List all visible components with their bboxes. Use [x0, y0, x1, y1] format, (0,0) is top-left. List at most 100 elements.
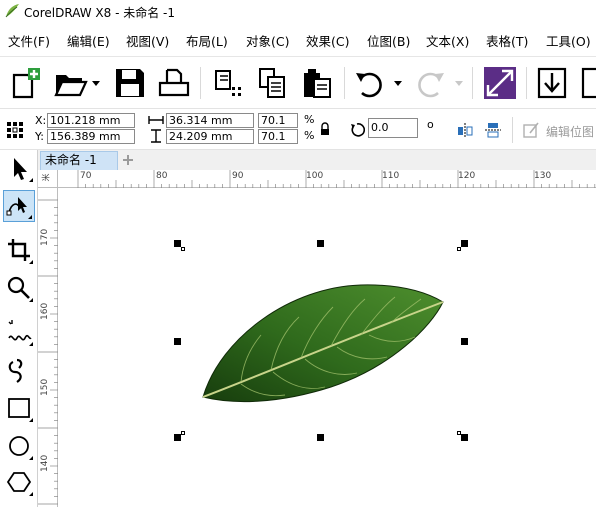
menu-layout[interactable]: 布局(L) — [186, 31, 228, 50]
save-icon[interactable] — [112, 65, 148, 101]
rotate-icon — [351, 123, 365, 137]
crop-node-bottom-right[interactable] — [457, 431, 461, 435]
cut-icon[interactable] — [210, 65, 246, 101]
scale-x-field[interactable]: 70.1 — [258, 113, 298, 128]
leaf-bitmap[interactable] — [181, 247, 463, 435]
polygon-tool[interactable] — [3, 466, 35, 498]
propbar-separator — [512, 117, 513, 143]
selection-handle-top-right[interactable] — [461, 240, 468, 247]
crop-node-bottom-left[interactable] — [181, 431, 185, 435]
add-tab-icon[interactable] — [121, 153, 135, 167]
toolbar-separator — [526, 67, 527, 99]
redo-dropdown-arrow-icon[interactable] — [455, 81, 463, 87]
vertical-ruler[interactable]: 170 160 150 140 — [38, 188, 58, 507]
document-tab-bar: 未命名 -1 — [38, 150, 596, 170]
artistic-media-icon — [8, 358, 23, 383]
undo-dropdown-arrow-icon[interactable] — [394, 81, 402, 87]
crop-node-top-right[interactable] — [457, 247, 461, 251]
flyout-indicator — [29, 456, 33, 460]
export-icon[interactable] — [578, 65, 596, 101]
open-dropdown-arrow-icon[interactable] — [92, 81, 100, 87]
flyout-indicator — [29, 298, 33, 302]
property-bar: X: 101.218 mm Y: 156.389 mm 36.314 mm 24… — [0, 108, 596, 150]
menu-text[interactable]: 文本(X) — [426, 31, 469, 50]
crop-node-top-left[interactable] — [181, 247, 185, 251]
ruler-label: 130 — [534, 171, 552, 181]
selection-handle-left[interactable] — [174, 338, 181, 345]
ruler-label: 80 — [156, 171, 168, 181]
ruler-label: 110 — [382, 171, 400, 181]
menu-view[interactable]: 视图(V) — [126, 31, 169, 50]
toolbar-separator — [200, 67, 201, 99]
import-icon[interactable] — [534, 65, 570, 101]
shape-tool[interactable] — [3, 190, 35, 222]
menu-bitmaps[interactable]: 位图(B) — [367, 31, 410, 50]
pick-tool[interactable] — [3, 152, 35, 184]
ruler-unit-label: 米 — [41, 173, 51, 182]
rectangle-tool[interactable] — [3, 392, 35, 424]
menu-object[interactable]: 对象(C) — [246, 31, 289, 50]
artistic-media-tool[interactable] — [3, 354, 35, 386]
ruler-label: 170 — [40, 228, 50, 246]
y-position-field[interactable]: 156.389 mm — [47, 129, 135, 144]
print-icon[interactable] — [156, 65, 192, 101]
selection-handle-top-left[interactable] — [174, 240, 181, 247]
menu-bar: 文件(F) 编辑(E) 视图(V) 布局(L) 对象(C) 效果(C) 位图(B… — [0, 28, 596, 50]
lock-ratio-icon[interactable] — [320, 122, 330, 136]
ruler-label: 140 — [40, 454, 50, 472]
freehand-tool[interactable] — [3, 316, 35, 348]
flyout-indicator — [29, 260, 33, 264]
height-field[interactable]: 24.209 mm — [166, 129, 254, 144]
x-position-field[interactable]: 101.218 mm — [47, 113, 135, 128]
zoom-tool[interactable] — [3, 272, 35, 304]
menu-effects[interactable]: 效果(C) — [306, 31, 349, 50]
degree-sign: o — [427, 118, 434, 131]
menu-edit[interactable]: 编辑(E) — [67, 31, 110, 50]
window-title: CorelDRAW X8 - 未命名 -1 — [24, 6, 176, 20]
width-icon — [148, 116, 164, 124]
coreldraw-logo-icon — [5, 4, 19, 18]
drawing-canvas[interactable] — [59, 189, 596, 507]
reference-point-icon[interactable] — [6, 121, 24, 139]
selection-handle-top[interactable] — [317, 240, 324, 247]
crop-tool[interactable] — [3, 234, 35, 266]
flyout-indicator — [29, 418, 33, 422]
toolbox — [0, 150, 38, 507]
menu-file[interactable]: 文件(F) — [8, 31, 50, 50]
paste-icon[interactable] — [298, 65, 334, 101]
undo-icon[interactable] — [352, 65, 388, 101]
toolbar-separator — [472, 67, 473, 99]
new-document-icon[interactable] — [8, 65, 44, 101]
scale-percent-y: % — [304, 129, 315, 142]
selection-handle-bottom[interactable] — [317, 434, 324, 441]
scale-percent-x: % — [304, 113, 315, 126]
selection-handle-bottom-left[interactable] — [174, 434, 181, 441]
width-field[interactable]: 36.314 mm — [166, 113, 254, 128]
y-label: Y: — [35, 130, 44, 143]
copy-icon[interactable] — [254, 65, 290, 101]
ruler-label: 70 — [80, 171, 92, 181]
flyout-indicator — [29, 492, 33, 496]
ruler-corner[interactable]: 米 — [38, 170, 58, 188]
title-bar: CorelDRAW X8 - 未命名 -1 — [0, 0, 596, 24]
document-tab[interactable]: 未命名 -1 — [40, 151, 118, 170]
selection-handle-right[interactable] — [461, 338, 468, 345]
import-corel-icon[interactable] — [482, 65, 518, 101]
rotation-field[interactable]: 0.0 — [368, 118, 418, 138]
height-icon — [151, 129, 161, 143]
open-folder-icon[interactable] — [52, 65, 88, 101]
ruler-label: 150 — [40, 378, 50, 396]
redo-icon[interactable] — [412, 65, 448, 101]
selection-handle-bottom-right[interactable] — [461, 434, 468, 441]
scale-y-field[interactable]: 70.1 — [258, 129, 298, 144]
flyout-indicator — [29, 178, 33, 182]
edit-bitmap-label[interactable]: 编辑位图 — [546, 123, 594, 140]
ellipse-tool[interactable] — [3, 430, 35, 462]
menu-tools[interactable]: 工具(O) — [546, 31, 591, 50]
menu-table[interactable]: 表格(T) — [486, 31, 528, 50]
mirror-horizontal-icon[interactable] — [456, 121, 474, 139]
horizontal-ruler[interactable]: 70 80 90 100 110 120 130 — [58, 170, 596, 188]
mirror-vertical-icon[interactable] — [484, 121, 502, 139]
edit-bitmap-icon[interactable] — [522, 121, 540, 139]
flyout-indicator — [29, 342, 33, 346]
